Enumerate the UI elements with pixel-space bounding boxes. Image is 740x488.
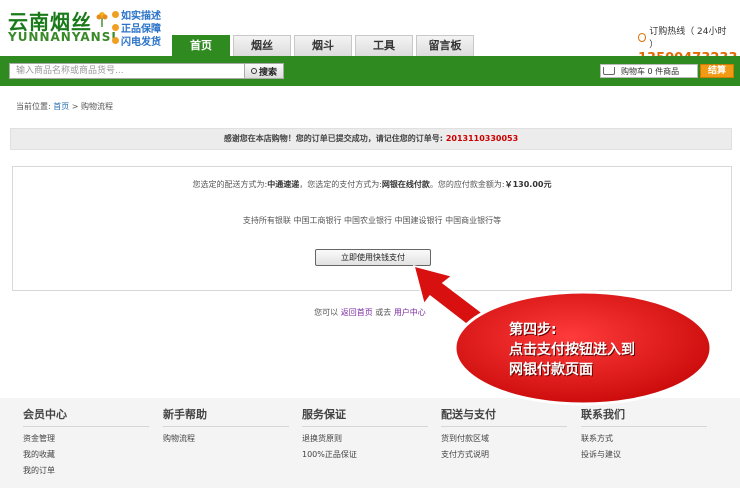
annotation-text: 第四步: 点击支付按钮进入到 网银付款页面 bbox=[509, 322, 635, 378]
pay-now-button[interactable]: 立即使用快钱支付 bbox=[315, 249, 431, 266]
order-amount: ￥130.00元 bbox=[504, 180, 552, 189]
footer-link[interactable]: 支付方式说明 bbox=[441, 447, 561, 463]
back-home-link[interactable]: 返回首页 bbox=[341, 308, 373, 317]
order-summary-box: 您选定的配送方式为:中通速递，您选定的支付方式为:网银在线付款。您的应付款金额为… bbox=[12, 166, 732, 291]
payment-method: 网银在线付款 bbox=[381, 180, 430, 189]
back-links: 您可以 返回首页 或去 用户中心 bbox=[314, 308, 426, 317]
breadcrumb-home-link[interactable]: 首页 bbox=[53, 102, 69, 111]
nav-tab-guestbook[interactable]: 留言板 bbox=[416, 35, 474, 56]
footer-link[interactable]: 投诉与建议 bbox=[581, 447, 701, 463]
user-center-link[interactable]: 用户中心 bbox=[394, 308, 426, 317]
footer-column-delivery: 配送与支付 货到付款区域 支付方式说明 bbox=[441, 406, 567, 463]
nav-tab-tobacco[interactable]: 烟丝 bbox=[233, 35, 291, 56]
logo-english-text: YUNNANYANSI bbox=[8, 30, 117, 44]
order-success-notice: 感谢您在本店购物！您的订单已提交成功，请记住您的订单号: 20131103300… bbox=[10, 128, 732, 150]
footer-link[interactable]: 资金管理 bbox=[23, 431, 143, 447]
footer-link[interactable]: 购物流程 bbox=[163, 431, 283, 447]
footer-link[interactable]: 联系方式 bbox=[581, 431, 701, 447]
site-footer: 会员中心 资金管理 我的收藏 我的订单 新手帮助 购物流程 服务保证 退换货原则… bbox=[0, 398, 740, 488]
footer-column-contact: 联系我们 联系方式 投诉与建议 bbox=[581, 406, 707, 463]
footer-link[interactable]: 我的订单 bbox=[23, 463, 143, 479]
main-nav: 首页 烟丝 烟斗 工具 留言板 bbox=[172, 35, 477, 56]
footer-link[interactable]: 100%正品保证 bbox=[302, 447, 422, 463]
order-number: 2013110330053 bbox=[445, 134, 519, 143]
breadcrumb: 当前位置: 首页 > 购物流程 bbox=[16, 102, 114, 111]
footer-link[interactable]: 货到付款区域 bbox=[441, 431, 561, 447]
checkout-button[interactable]: 结算 bbox=[700, 64, 734, 78]
nav-tab-tools[interactable]: 工具 bbox=[355, 35, 413, 56]
hotline-label: 订购热线（ 24小时 ） bbox=[649, 27, 727, 50]
check-icon bbox=[112, 37, 119, 44]
phone-icon bbox=[638, 32, 647, 42]
nav-tab-home[interactable]: 首页 bbox=[172, 35, 230, 56]
site-logo[interactable]: 云南烟丝 YUNNANYANSI 如实描述 正品保障 闪电发货 bbox=[8, 6, 168, 48]
search-button[interactable]: 搜索 bbox=[244, 63, 284, 79]
check-icon bbox=[112, 24, 119, 31]
footer-link[interactable]: 退换货原则 bbox=[302, 431, 422, 447]
search-icon bbox=[250, 68, 257, 74]
check-icon bbox=[112, 11, 119, 18]
cart-summary[interactable]: 购物车 0 件商品 bbox=[600, 64, 698, 78]
flower-icon bbox=[96, 12, 108, 27]
slogan-item: 闪电发货 bbox=[112, 34, 161, 48]
footer-link[interactable]: 我的收藏 bbox=[23, 447, 143, 463]
footer-column-help: 新手帮助 购物流程 bbox=[163, 406, 289, 447]
order-details-line: 您选定的配送方式为:中通速递，您选定的支付方式为:网银在线付款。您的应付款金额为… bbox=[192, 180, 552, 189]
search-input[interactable]: 输入商品名称或商品货号... bbox=[9, 63, 245, 79]
cart-icon bbox=[603, 67, 615, 75]
nav-tab-pipes[interactable]: 烟斗 bbox=[294, 35, 352, 56]
breadcrumb-current: 购物流程 bbox=[81, 102, 114, 111]
footer-column-service: 服务保证 退换货原则 100%正品保证 bbox=[302, 406, 428, 463]
supported-banks: 支持所有银联 中国工商银行 中国农业银行 中国建设银行 中国商业银行等 bbox=[242, 216, 502, 225]
shipping-method: 中通速递 bbox=[267, 180, 300, 189]
slogans: 如实描述 正品保障 闪电发货 bbox=[112, 8, 161, 48]
footer-column-member: 会员中心 资金管理 我的收藏 我的订单 bbox=[23, 406, 149, 479]
